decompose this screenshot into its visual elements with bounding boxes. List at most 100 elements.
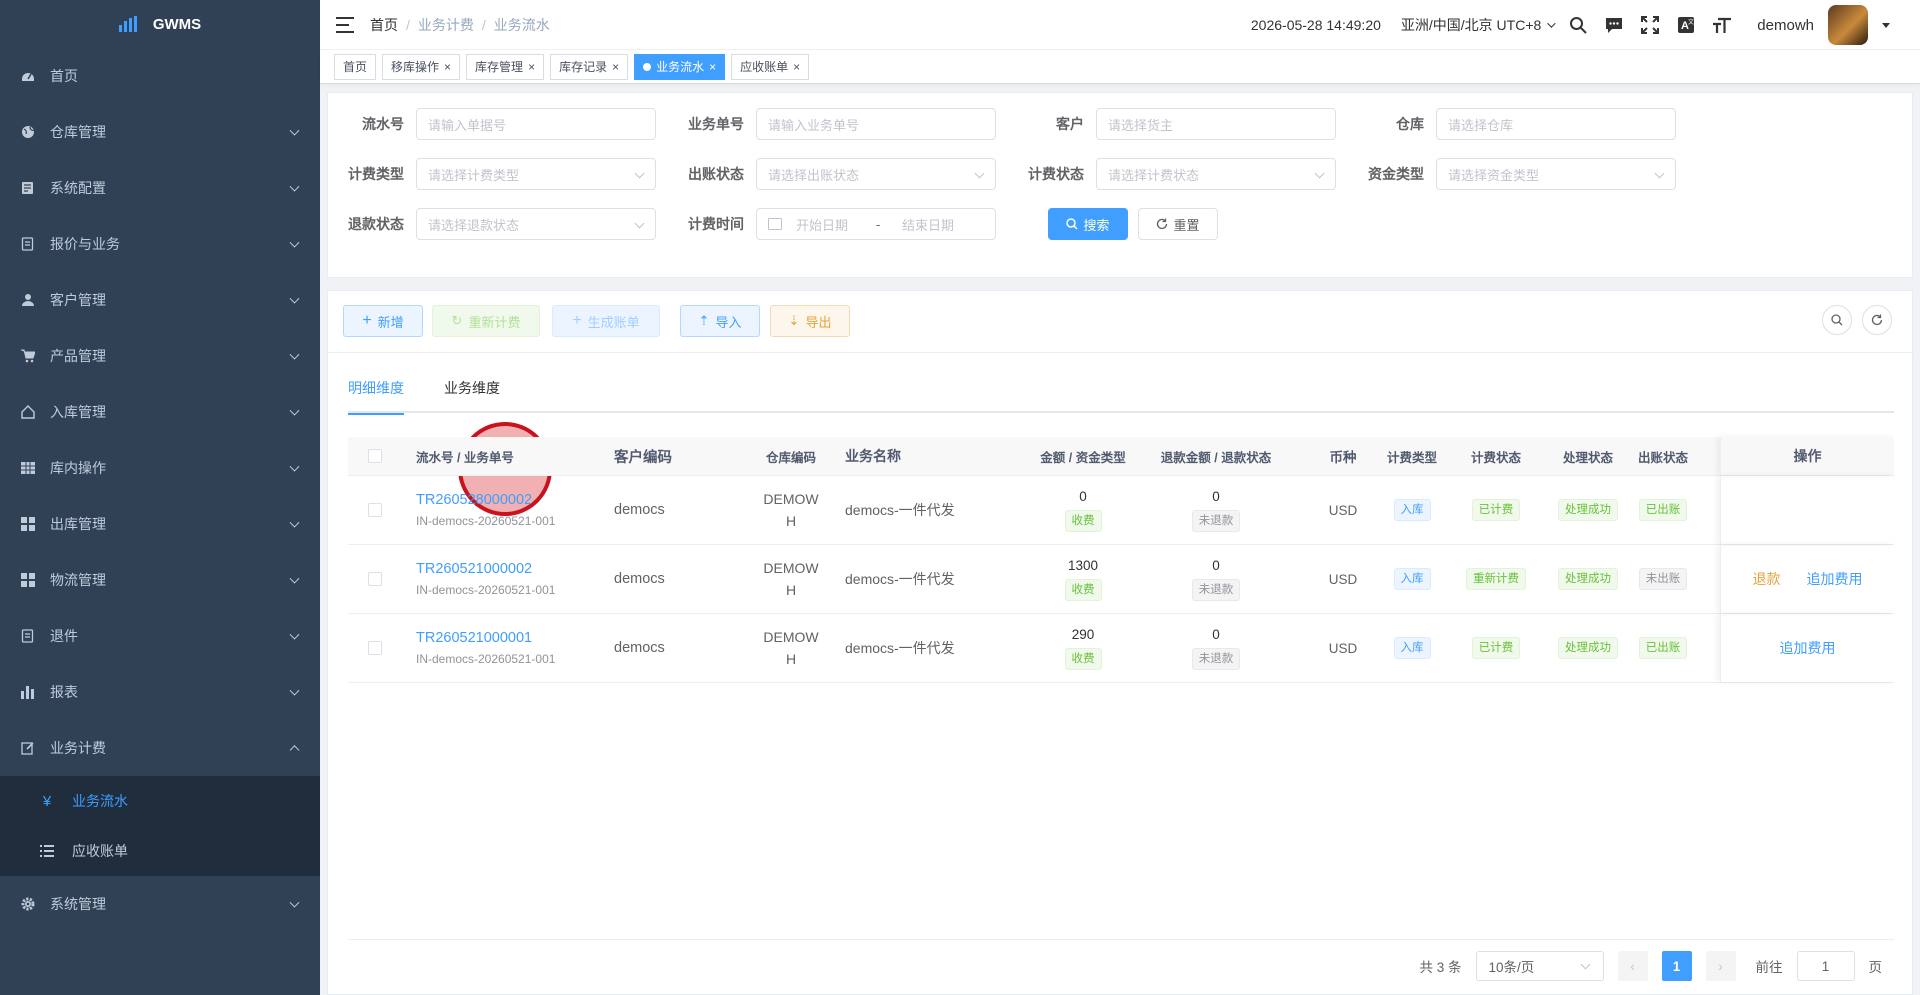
warehouse-code: DEMOW H [763, 614, 818, 682]
search-icon[interactable] [1567, 14, 1589, 36]
customer-select[interactable]: 请选择货主 [1096, 108, 1336, 140]
fund-type-select[interactable]: 请选择资金类型 [1436, 158, 1676, 190]
add-fee-link[interactable]: 追加费用 [1807, 569, 1863, 589]
caret-down-icon[interactable] [1882, 22, 1890, 28]
tab-detail-dimension[interactable]: 明细维度 [348, 377, 404, 415]
sidebar-item-outbound[interactable]: 出库管理 [0, 496, 320, 552]
search-button[interactable]: 搜索 [1048, 208, 1128, 240]
cart-icon [20, 348, 36, 364]
serial-link[interactable]: TR260528000002 [416, 492, 532, 508]
sidebar-item-logistics[interactable]: 物流管理 [0, 552, 320, 608]
sidebar-item-home[interactable]: 首页 [0, 48, 320, 104]
end-date-placeholder[interactable]: 结束日期 [902, 215, 954, 234]
warehouse-select[interactable]: 请选择仓库 [1436, 108, 1676, 140]
currency: USD [1328, 640, 1358, 656]
refund-status-select[interactable]: 请选择退款状态 [416, 208, 656, 240]
row-checkbox[interactable] [368, 572, 382, 586]
row-checkbox[interactable] [368, 503, 382, 517]
breadcrumb-item[interactable]: 业务计费 [418, 15, 474, 35]
customer-code: democs [614, 571, 665, 587]
serial-link[interactable]: TR260521000001 [416, 630, 532, 646]
generate-bill-button[interactable]: + 生成账单 [552, 305, 660, 337]
tag-receivable-bill[interactable]: 应收账单 × [731, 53, 810, 80]
start-date-placeholder[interactable]: 开始日期 [796, 215, 876, 234]
toggle-search-button[interactable] [1822, 305, 1852, 335]
amount: 0 [1079, 488, 1087, 504]
col-header: 操作 [1720, 437, 1894, 475]
message-icon[interactable] [1603, 14, 1625, 36]
tags-view: 首页 移库操作 × 库存管理 × 库存记录 × 业务流水 × 应收账单 × [320, 50, 1920, 84]
sidebar-subitem-business-flow[interactable]: ¥ 业务流水 [0, 776, 320, 826]
sidebar-item-quote[interactable]: 报价与业务 [0, 216, 320, 272]
fee-time-range-picker[interactable]: 开始日期 - 结束日期 [756, 208, 996, 240]
fullscreen-icon[interactable] [1639, 14, 1661, 36]
close-icon[interactable]: × [528, 60, 535, 74]
close-icon[interactable]: × [444, 60, 451, 74]
translate-icon[interactable]: A文 [1675, 14, 1697, 36]
add-fee-link[interactable]: 追加费用 [1780, 638, 1836, 658]
sidebar-item-warehouse[interactable]: 仓库管理 [0, 104, 320, 160]
globe-icon [20, 124, 36, 140]
select-all-checkbox[interactable] [368, 449, 382, 463]
biz-no-input[interactable]: 请输入业务单号 [756, 108, 996, 140]
tag-inventory-records[interactable]: 库存记录 × [550, 53, 629, 80]
tag-business-flow[interactable]: 业务流水 × [634, 53, 726, 80]
timezone-select[interactable]: 亚洲/中国/北京 UTC+8 [1401, 15, 1556, 35]
next-page-button[interactable]: › [1705, 951, 1736, 981]
close-icon[interactable]: × [612, 60, 619, 74]
filter-fund-type: 资金类型 请选择资金类型 [1362, 158, 1676, 190]
sidebar-item-returns[interactable]: 退件 [0, 608, 320, 664]
sidebar-item-product[interactable]: 产品管理 [0, 328, 320, 384]
tag-label: 业务流水 [656, 60, 705, 74]
tag-move-ops[interactable]: 移库操作 × [382, 53, 461, 80]
amount: 290 [1071, 626, 1095, 642]
fee-type-select[interactable]: 请选择计费类型 [416, 158, 656, 190]
recalculate-button[interactable]: ↻ 重新计费 [432, 305, 540, 337]
invoice-status-select[interactable]: 请选择出账状态 [756, 158, 996, 190]
close-icon[interactable]: × [793, 60, 800, 74]
sidebar-item-reports[interactable]: 报表 [0, 664, 320, 720]
tag-label: 库存记录 [559, 60, 608, 74]
export-button[interactable]: ⇣ 导出 [770, 305, 850, 337]
sidebar-item-customer[interactable]: 客户管理 [0, 272, 320, 328]
import-button[interactable]: ⇡ 导入 [680, 305, 760, 337]
sidebar-item-system[interactable]: 系统管理 [0, 876, 320, 932]
chevron-down-icon [1654, 168, 1665, 179]
button-label: 生成账单 [587, 314, 640, 330]
tag-inventory-mgmt[interactable]: 库存管理 × [466, 53, 545, 80]
serial-no-input[interactable]: 请输入单据号 [416, 108, 656, 140]
hamburger-icon[interactable] [336, 16, 354, 33]
serial-link[interactable]: TR260521000002 [416, 561, 532, 577]
tab-business-dimension[interactable]: 业务维度 [444, 377, 500, 413]
sidebar-item-inventory-ops[interactable]: 库内操作 [0, 440, 320, 496]
sidebar-item-sysconfig[interactable]: 系统配置 [0, 160, 320, 216]
fee-type-badge: 入库 [1393, 568, 1431, 590]
add-button[interactable]: + 新增 [343, 305, 423, 337]
tag-label: 应收账单 [740, 60, 789, 74]
page-number-current[interactable]: 1 [1661, 951, 1692, 981]
close-icon[interactable]: × [709, 60, 716, 74]
tag-home[interactable]: 首页 [334, 53, 377, 80]
avatar[interactable] [1828, 5, 1868, 45]
fee-status-select[interactable]: 请选择计费状态 [1096, 158, 1336, 190]
refund-link[interactable]: 退款 [1753, 569, 1781, 589]
reset-button[interactable]: 重置 [1138, 208, 1218, 240]
breadcrumb-item[interactable]: 首页 [370, 15, 398, 35]
sidebar-item-billing[interactable]: 业务计费 [0, 720, 320, 776]
refresh-button[interactable] [1862, 305, 1892, 335]
prev-page-button[interactable]: ‹ [1617, 951, 1648, 981]
user-icon [20, 292, 36, 308]
sidebar-subitem-receivable-bill[interactable]: 应收账单 [0, 826, 320, 876]
filter-label: 业务单号 [688, 116, 744, 132]
sidebar-item-inbound[interactable]: 入库管理 [0, 384, 320, 440]
col-header: 计费类型 [1386, 450, 1437, 465]
page-size-select[interactable]: 10条/页 [1475, 951, 1604, 981]
goto-page-input[interactable]: 1 [1796, 951, 1855, 981]
font-size-icon[interactable] [1711, 14, 1733, 36]
fee-type-badge: 入库 [1393, 499, 1431, 521]
row-checkbox[interactable] [368, 641, 382, 655]
logo[interactable]: GWMS [0, 0, 320, 48]
chevron-down-icon [289, 293, 300, 304]
edit-icon [20, 740, 36, 756]
filter-label: 出账状态 [688, 166, 744, 182]
